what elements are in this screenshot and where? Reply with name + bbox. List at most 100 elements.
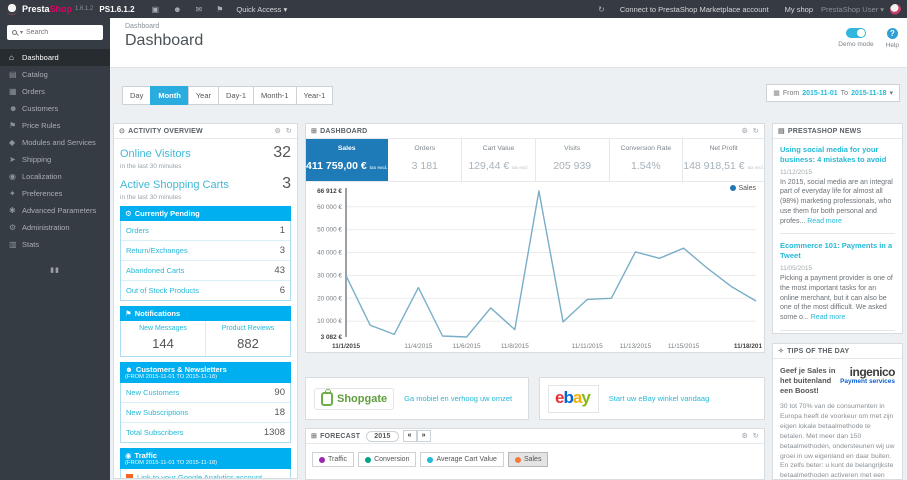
refresh-icon[interactable]: ↻ [753,127,759,135]
customers-row-new-subscriptions[interactable]: New Subscriptions 18 [121,403,290,423]
active-carts-label[interactable]: Active Shopping Carts [120,179,229,191]
kpi-net-profit[interactable]: Net Profit 148 918,51 € tax excl. [683,139,764,181]
sales-dot-icon [514,456,521,463]
range-button-year[interactable]: Year [187,86,219,105]
user-avatar[interactable] [890,3,901,15]
svg-text:40 000 €: 40 000 € [317,250,342,257]
my-shop-link[interactable]: My shop [785,5,813,14]
read-more-link[interactable]: Read more [811,314,846,321]
wrench-icon: ✦ [9,189,16,198]
lightbulb-icon: ✧ [778,348,785,355]
news-article: Using social media for your business: 4 … [780,145,895,226]
kpi-orders[interactable]: Orders 3 181 [388,139,463,181]
activity-panel-title: ACTIVITY OVERVIEW [128,127,203,135]
sidebar-item-modules[interactable]: ◆ Modules and Services [0,134,110,151]
forecast-toggle-average-cart-value[interactable]: Average Cart Value [420,452,504,467]
sidebar-item-catalog[interactable]: ▤ Catalog [0,66,110,83]
cart-icon[interactable]: ▣ [152,5,160,14]
sidebar-item-dashboard[interactable]: ⌂ Dashboard [0,49,110,66]
svg-text:66 912 €: 66 912 € [317,188,342,195]
range-button-day-1[interactable]: Day-1 [218,86,255,105]
svg-text:50 000 €: 50 000 € [317,227,342,234]
date-range-picker[interactable]: ▦ From 2015-11-01 To 2015-11-18 ▾ [766,84,900,102]
sales-line-chart: 66 912 € 60 000 € 50 000 € 40 000 € 30 000 €… [317,188,762,350]
help-label: Help [885,42,899,49]
range-button-month-1[interactable]: Month-1 [253,86,297,105]
search-input[interactable] [26,29,97,36]
sidebar-item-price-rules[interactable]: ⚑ Price Rules [0,117,110,134]
range-button-year-1[interactable]: Year-1 [295,86,334,105]
news-article-title[interactable]: Using social media for your business: 4 … [780,145,895,165]
sidebar-item-shipping[interactable]: ➤ Shipping [0,151,110,168]
sidebar-item-preferences[interactable]: ✦ Preferences [0,185,110,202]
tips-of-the-day-panel: ✧ TIPS OF THE DAY ingenico Payment servi… [772,343,903,480]
demo-mode-toggle[interactable] [845,28,866,38]
pending-row-orders[interactable]: Orders 1 [121,221,290,241]
forecast-next-button[interactable]: » [416,430,431,442]
chart-legend[interactable]: Sales [730,185,756,192]
help-icon[interactable]: ? [886,28,898,39]
kpi-sales[interactable]: Sales 411 759,00 € tax excl. [306,139,389,181]
calendar-icon: ▦ [773,90,780,97]
divider [780,233,895,235]
marketplace-link[interactable]: Connect to PrestaShop Marketplace accoun… [620,5,769,14]
gear-icon[interactable]: ⚙ [741,432,747,440]
gear-icon[interactable]: ⚙ [274,127,280,135]
pending-row-abandoned-carts[interactable]: Abandoned Carts 43 [121,261,290,281]
book-icon: ▤ [9,70,17,79]
customers-row-total-subscribers[interactable]: Total Subscribers 1308 [121,423,290,442]
trophy-icon[interactable]: ⚑ [216,5,223,14]
sidebar-item-localization[interactable]: ◉ Localization [0,168,110,185]
globe-icon: ◉ [125,451,132,460]
forecast-toggle-traffic[interactable]: Traffic [312,452,355,467]
shopgate-ad-card[interactable]: Shopgate Ga mobiel en verhoog uw omzet [305,377,529,420]
mail-icon[interactable]: ✉ [196,5,203,14]
svg-text:11/4/2015: 11/4/2015 [404,343,432,350]
dashboard-panel-title: DASHBOARD [320,127,368,135]
kpi-conversion-rate[interactable]: Conversion Rate 1.54% [610,139,684,181]
quick-access-menu[interactable]: Quick Access ▾ [236,5,287,14]
range-button-day[interactable]: Day [122,86,152,105]
forecast-prev-button[interactable]: « [402,430,417,442]
ebay-logo: ebay [548,384,599,413]
breadcrumb[interactable]: Dashboard [125,23,159,30]
new-messages-cell[interactable]: New Messages 144 [121,321,206,356]
google-analytics-link-row[interactable]: Link to your Google Analytics account [121,469,290,478]
svg-text:3 082 €: 3 082 € [321,334,343,341]
dashboard-panel: ⊞ DASHBOARD ⚙ ↻ Sales 411 759,00 € tax exc… [305,123,765,353]
shopgate-ad-link[interactable]: Ga mobiel en verhoog uw omzet [404,394,512,403]
online-visitors-label[interactable]: Online Visitors [120,148,191,160]
chevron-down-icon: ▾ [283,4,288,14]
page-header: Dashboard Dashboard Demo mode ? Help [110,18,907,68]
news-article-excerpt: In 2015, social media are an integral pa… [780,178,893,225]
sidebar-item-customers[interactable]: ☻ Customers [0,100,110,117]
sidebar-item-stats[interactable]: ▥ Stats [0,236,110,253]
customers-row-new-customers[interactable]: New Customers 90 [121,383,290,403]
pending-row-returns[interactable]: Return/Exchanges 3 [121,241,290,261]
sidebar-item-orders[interactable]: ▦ Orders [0,83,110,100]
sidebar-search[interactable]: ▾ [7,25,103,40]
ebay-ad-card[interactable]: ebay Start uw eBay winkel vandaag [539,377,765,420]
sidebar-item-advanced-parameters[interactable]: ✱ Advanced Parameters [0,202,110,219]
shop-name: PS1.6.1.2 [99,4,135,14]
kpi-cart-value[interactable]: Cart Value 129,44 € tax excl. [462,139,536,181]
forecast-toggle-sales[interactable]: Sales [507,452,549,467]
sidebar-item-administration[interactable]: ⚙ Administration [0,219,110,236]
refresh-icon[interactable]: ↻ [286,127,292,135]
user-menu[interactable]: PrestaShop User ▾ [821,5,884,14]
read-more-link[interactable]: Read more [807,218,842,225]
ebay-ad-link[interactable]: Start uw eBay winkel vandaag [609,394,709,403]
kpi-row: Sales 411 759,00 € tax excl. Orders 3 181 … [306,139,764,182]
sidebar-collapse-button[interactable]: ▮▮ [0,266,110,274]
product-reviews-cell[interactable]: Product Reviews 882 [206,321,290,356]
pending-row-out-of-stock[interactable]: Out of Stock Products 6 [121,281,290,300]
forecast-toggle-conversion[interactable]: Conversion [358,452,417,467]
range-button-month[interactable]: Month [150,86,189,105]
gear-icon[interactable]: ⚙ [741,127,747,135]
customers-icon[interactable]: ☻ [173,5,181,14]
cogs-icon: ✱ [9,206,16,215]
refresh-icon[interactable]: ↻ [753,432,759,440]
news-article-title[interactable]: Ecommerce 101: Payments in a Tweet [780,241,895,261]
traffic-dot-icon [319,456,325,463]
kpi-visits[interactable]: Visits 205 939 [536,139,610,181]
